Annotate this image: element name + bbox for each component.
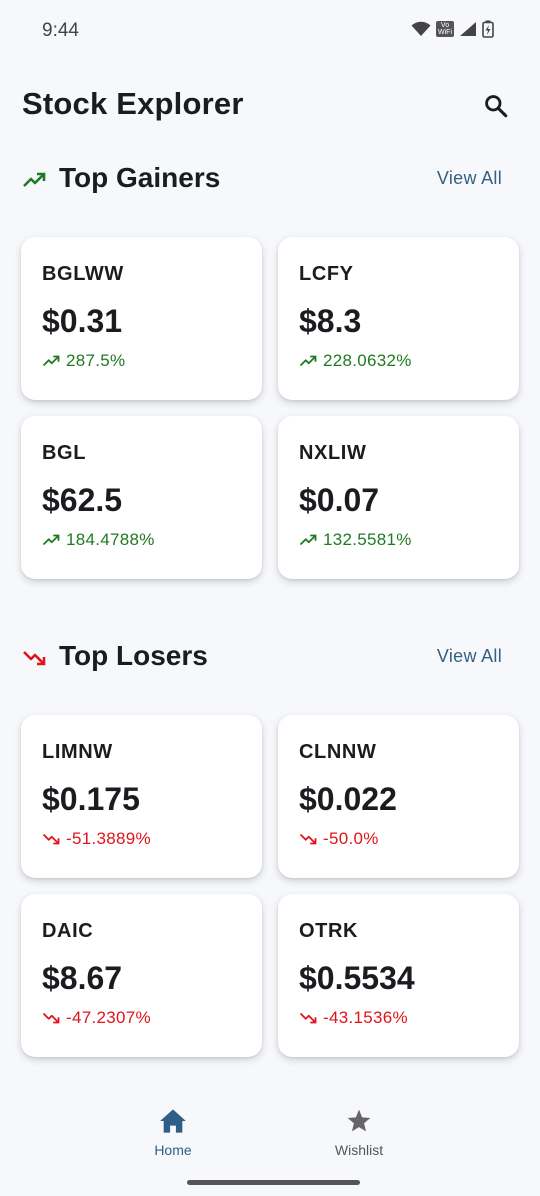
stock-symbol: BGL	[42, 442, 87, 464]
star-icon	[347, 1109, 371, 1132]
stock-price: $62.5	[42, 482, 123, 518]
gainer-card[interactable]: LCFY $8.3 228.0632%	[278, 237, 519, 400]
trending-up-icon	[23, 172, 46, 187]
stock-change: 132.5581%	[299, 530, 412, 550]
screen: 9:44 Vo WiFi Stock Explorer Top Gainers …	[0, 0, 540, 1196]
stock-change-value: -47.2307%	[66, 1008, 151, 1027]
status-icons: Vo WiFi	[411, 20, 494, 38]
trending-down-icon	[299, 1012, 317, 1024]
stock-change: -50.0%	[299, 829, 379, 849]
stock-change-value: 228.0632%	[323, 351, 412, 370]
trending-down-icon	[299, 833, 317, 845]
search-icon	[485, 95, 508, 118]
trending-down-icon	[42, 1012, 60, 1024]
trending-up-icon	[42, 534, 60, 546]
gainers-view-all-link[interactable]: View All	[437, 168, 502, 189]
loser-card[interactable]: CLNNW $0.022 -50.0%	[278, 715, 519, 878]
status-time: 9:44	[42, 20, 79, 41]
gainers-section-header: Top Gainers View All	[22, 160, 512, 200]
losers-view-all-link[interactable]: View All	[437, 646, 502, 667]
vowifi-icon: Vo WiFi	[436, 21, 454, 37]
stock-change: -47.2307%	[42, 1008, 151, 1028]
stock-price: $8.67	[42, 960, 123, 996]
stock-price: $8.3	[299, 303, 362, 339]
stock-price: $0.175	[42, 781, 140, 817]
losers-section-header: Top Losers View All	[22, 638, 512, 678]
stock-change: 287.5%	[42, 351, 125, 371]
stock-symbol: DAIC	[42, 920, 94, 942]
battery-icon	[482, 20, 494, 38]
gainers-title: Top Gainers	[59, 162, 221, 193]
trending-down-icon	[23, 651, 46, 666]
losers-title: Top Losers	[59, 640, 208, 671]
home-icon	[160, 1109, 186, 1133]
trending-up-icon	[299, 534, 317, 546]
stock-change-value: 132.5581%	[323, 530, 412, 549]
gainer-card[interactable]: NXLIW $0.07 132.5581%	[278, 416, 519, 579]
gesture-handle[interactable]	[187, 1180, 360, 1185]
stock-change-value: -51.3889%	[66, 829, 151, 848]
stock-change: 228.0632%	[299, 351, 412, 371]
stock-price: $0.022	[299, 781, 397, 817]
bottom-navigation: Home Wishlist	[0, 1072, 540, 1196]
trending-down-icon	[42, 833, 60, 845]
page-title: Stock Explorer	[22, 86, 244, 121]
loser-card[interactable]: LIMNW $0.175 -51.3889%	[21, 715, 262, 878]
stock-symbol: NXLIW	[299, 442, 367, 464]
loser-card[interactable]: OTRK $0.5534 -43.1536%	[278, 894, 519, 1057]
status-bar: 9:44 Vo WiFi	[0, 0, 540, 64]
stock-change: 184.4788%	[42, 530, 155, 550]
nav-label-wishlist: Wishlist	[334, 1142, 384, 1158]
stock-price: $0.5534	[299, 960, 415, 996]
stock-symbol: CLNNW	[299, 741, 377, 763]
stock-symbol: OTRK	[299, 920, 359, 942]
wifi-icon	[411, 21, 431, 36]
nav-item-wishlist[interactable]: Wishlist	[304, 1108, 414, 1158]
trending-up-icon	[299, 355, 317, 367]
nav-item-home[interactable]: Home	[118, 1108, 228, 1158]
gainer-card[interactable]: BGLWW $0.31 287.5%	[21, 237, 262, 400]
signal-icon	[460, 22, 476, 36]
stock-change: -51.3889%	[42, 829, 151, 849]
stock-price: $0.07	[299, 482, 380, 518]
loser-card[interactable]: DAIC $8.67 -47.2307%	[21, 894, 262, 1057]
stock-change-value: 287.5%	[66, 351, 126, 370]
stock-change: -43.1536%	[299, 1008, 408, 1028]
search-button[interactable]	[480, 90, 512, 122]
stock-change-value: -43.1536%	[323, 1008, 408, 1027]
stock-change-value: -50.0%	[323, 829, 379, 848]
stock-symbol: BGLWW	[42, 263, 124, 285]
stock-symbol: LIMNW	[42, 741, 113, 763]
trending-up-icon	[42, 355, 60, 367]
stock-symbol: LCFY	[299, 263, 354, 285]
stock-price: $0.31	[42, 303, 123, 339]
nav-label-home: Home	[154, 1142, 192, 1158]
stock-change-value: 184.4788%	[66, 530, 155, 549]
gainer-card[interactable]: BGL $62.5 184.4788%	[21, 416, 262, 579]
